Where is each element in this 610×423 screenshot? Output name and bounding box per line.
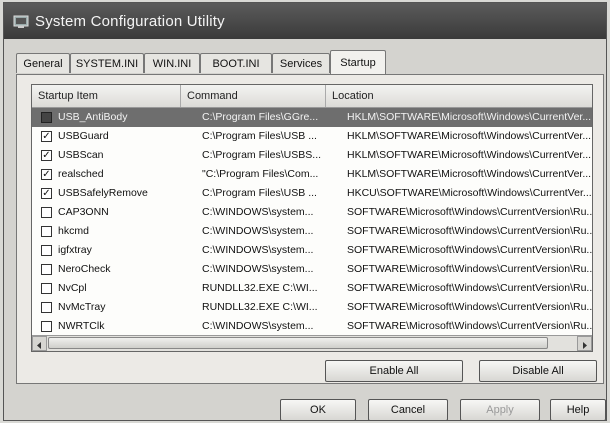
- startup-item-checkbox[interactable]: ✓: [41, 150, 52, 161]
- window-title: System Configuration Utility: [35, 13, 225, 30]
- startup-item-command: "C:\Program Files\Com...: [202, 168, 319, 180]
- startup-item-checkbox[interactable]: [41, 302, 52, 313]
- startup-item-checkbox[interactable]: [41, 264, 52, 275]
- startup-item-location: SOFTWARE\Microsoft\Windows\CurrentVersio…: [347, 244, 592, 256]
- startup-panel: Startup Item Command Location USB_AntiBo…: [16, 74, 604, 384]
- startup-item-location: HKLM\SOFTWARE\Microsoft\Windows\CurrentV…: [347, 130, 592, 142]
- startup-item-command: C:\Program Files\USB ...: [202, 187, 317, 199]
- tab-general[interactable]: General: [16, 53, 70, 73]
- column-header-startup-item[interactable]: Startup Item: [32, 85, 181, 107]
- list-header: Startup Item Command Location: [32, 85, 592, 108]
- startup-item-name: NvCpl: [58, 282, 87, 294]
- enable-all-button[interactable]: Enable All: [325, 360, 463, 382]
- list-item[interactable]: NeroCheck C:\WINDOWS\system... SOFTWARE\Mi…: [32, 260, 592, 279]
- startup-item-command: C:\Program Files\USBS...: [202, 149, 322, 161]
- startup-item-command: C:\WINDOWS\system...: [202, 320, 314, 332]
- disable-all-button[interactable]: Disable All: [479, 360, 597, 382]
- column-header-location[interactable]: Location: [326, 85, 592, 107]
- startup-item-location: SOFTWARE\Microsoft\Windows\CurrentVersio…: [347, 320, 592, 332]
- cancel-button[interactable]: Cancel: [368, 399, 448, 421]
- startup-item-checkbox[interactable]: ✓: [41, 169, 52, 180]
- startup-item-checkbox[interactable]: ✓: [41, 131, 52, 142]
- startup-item-name: igfxtray: [58, 244, 92, 256]
- list-item[interactable]: ✓ USBScan C:\Program Files\USBS... HKLM\SOF…: [32, 146, 592, 165]
- scroll-right-button[interactable]: [577, 336, 592, 351]
- startup-item-command: C:\Program Files\GGre...: [202, 111, 319, 123]
- scroll-left-icon: [37, 342, 41, 349]
- startup-item-location: HKLM\SOFTWARE\Microsoft\Windows\CurrentV…: [347, 111, 592, 123]
- scroll-right-icon: [583, 342, 587, 349]
- list-item[interactable]: USB_AntiBody C:\Program Files\GGre... HKLM…: [32, 108, 592, 127]
- startup-item-command: RUNDLL32.EXE C:\WI...: [202, 301, 318, 313]
- horizontal-scrollbar[interactable]: [32, 335, 592, 351]
- list-item[interactable]: igfxtray C:\WINDOWS\system... SOFTWARE\Mic…: [32, 241, 592, 260]
- tab-boot-ini[interactable]: BOOT.INI: [200, 53, 272, 73]
- ok-button[interactable]: OK: [280, 399, 356, 421]
- startup-item-checkbox[interactable]: [41, 245, 52, 256]
- startup-item-location: SOFTWARE\Microsoft\Windows\CurrentVersio…: [347, 301, 592, 313]
- startup-item-name: USB_AntiBody: [58, 111, 128, 123]
- list-item[interactable]: hkcmd C:\WINDOWS\system... SOFTWARE\Micros…: [32, 222, 592, 241]
- startup-item-checkbox[interactable]: [41, 321, 52, 332]
- system-configuration-window: System Configuration Utility General SYS…: [3, 2, 607, 421]
- startup-item-name: hkcmd: [58, 225, 89, 237]
- title-bar[interactable]: System Configuration Utility: [4, 3, 606, 39]
- startup-list[interactable]: Startup Item Command Location USB_AntiBo…: [31, 84, 593, 352]
- startup-item-name: CAP3ONN: [58, 206, 109, 218]
- startup-item-location: SOFTWARE\Microsoft\Windows\CurrentVersio…: [347, 263, 592, 275]
- startup-item-location: HKLM\SOFTWARE\Microsoft\Windows\CurrentV…: [347, 149, 592, 161]
- list-item[interactable]: ✓ USBSafelyRemove C:\Program Files\USB ...…: [32, 184, 592, 203]
- apply-button[interactable]: Apply: [460, 399, 540, 421]
- startup-item-location: SOFTWARE\Microsoft\Windows\CurrentVersio…: [347, 206, 592, 218]
- startup-item-location: HKCU\SOFTWARE\Microsoft\Windows\CurrentV…: [347, 187, 592, 199]
- startup-item-name: USBGuard: [58, 130, 109, 142]
- startup-item-name: NWRTClk: [58, 320, 105, 332]
- startup-item-command: C:\WINDOWS\system...: [202, 263, 314, 275]
- startup-item-name: NeroCheck: [58, 263, 111, 275]
- tab-services[interactable]: Services: [272, 53, 330, 73]
- startup-item-command: C:\Program Files\USB ...: [202, 130, 317, 142]
- startup-item-command: C:\WINDOWS\system...: [202, 206, 314, 218]
- tab-system-ini[interactable]: SYSTEM.INI: [70, 53, 144, 73]
- startup-item-command: C:\WINDOWS\system...: [202, 244, 314, 256]
- tab-startup[interactable]: Startup: [330, 50, 386, 74]
- startup-item-name: NvMcTray: [58, 301, 106, 313]
- system-config-icon: [13, 15, 29, 28]
- column-header-command[interactable]: Command: [181, 85, 326, 107]
- startup-item-location: HKLM\SOFTWARE\Microsoft\Windows\CurrentV…: [347, 168, 592, 180]
- scrollbar-thumb[interactable]: [48, 337, 548, 349]
- startup-item-checkbox[interactable]: [41, 207, 52, 218]
- startup-item-name: USBSafelyRemove: [58, 187, 148, 199]
- startup-item-command: C:\WINDOWS\system...: [202, 225, 314, 237]
- list-item[interactable]: ✓ USBGuard C:\Program Files\USB ... HKLM\SO…: [32, 127, 592, 146]
- list-item[interactable]: NvMcTray RUNDLL32.EXE C:\WI... SOFTWARE\Mi…: [32, 298, 592, 317]
- startup-item-checkbox[interactable]: [41, 283, 52, 294]
- list-item[interactable]: NvCpl RUNDLL32.EXE C:\WI... SOFTWARE\Micro…: [32, 279, 592, 298]
- startup-item-name: realsched: [58, 168, 104, 180]
- list-item[interactable]: ✓ realsched "C:\Program Files\Com... HKLM\S…: [32, 165, 592, 184]
- startup-item-location: SOFTWARE\Microsoft\Windows\CurrentVersio…: [347, 225, 592, 237]
- tab-win-ini[interactable]: WIN.INI: [144, 53, 200, 73]
- scroll-left-button[interactable]: [32, 336, 47, 351]
- startup-item-command: RUNDLL32.EXE C:\WI...: [202, 282, 318, 294]
- startup-item-checkbox[interactable]: ✓: [41, 188, 52, 199]
- startup-item-checkbox[interactable]: [41, 226, 52, 237]
- help-button[interactable]: Help: [550, 399, 606, 421]
- startup-item-location: SOFTWARE\Microsoft\Windows\CurrentVersio…: [347, 282, 592, 294]
- startup-item-name: USBScan: [58, 149, 104, 161]
- list-item[interactable]: CAP3ONN C:\WINDOWS\system... SOFTWARE\Micr…: [32, 203, 592, 222]
- startup-item-checkbox[interactable]: [41, 112, 52, 123]
- list-item[interactable]: NWRTClk C:\WINDOWS\system... SOFTWARE\Micr…: [32, 317, 592, 336]
